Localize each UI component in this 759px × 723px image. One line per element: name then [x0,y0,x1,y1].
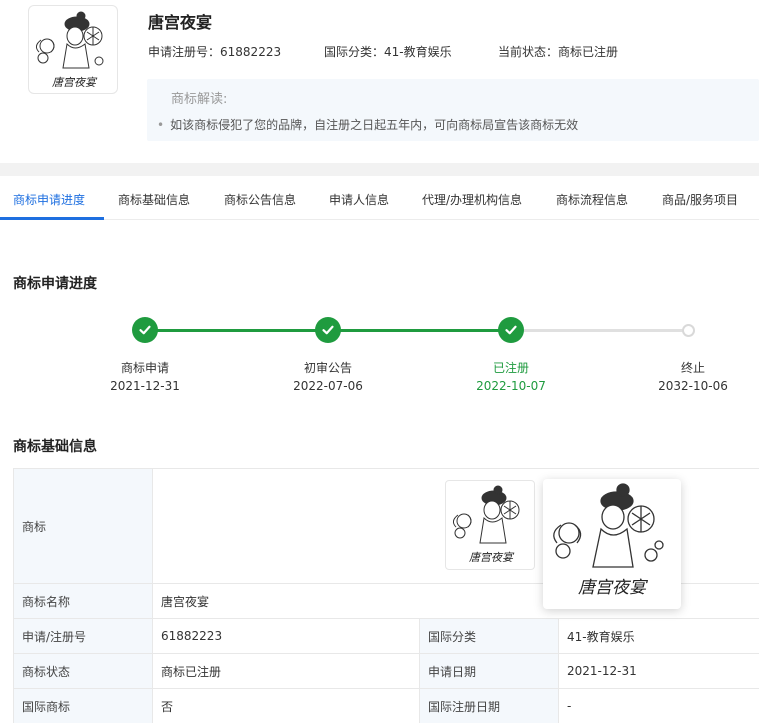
tab-process-info[interactable]: 商标流程信息 [556,191,628,208]
table-row: 商标状态 商标已注册 申请日期 2021-12-31 [13,653,759,689]
tang-lady-illustration-icon: 唐宫夜宴 [452,485,520,564]
tab-goods-services[interactable]: 商品/服务项目 [662,191,738,208]
reg-no-meta: 申请注册号：61882223 [148,45,282,59]
step-date: 2021-12-31 [110,379,180,393]
active-tab-indicator [0,217,104,220]
intl-label: 国际商标 [13,688,153,723]
progress-line-pending [511,329,688,332]
status-label: 商标状态 [13,653,153,689]
step-done-check-icon [132,317,158,343]
basic-info-section-title: 商标基础信息 [13,439,97,455]
step-pending-circle-icon [682,324,695,337]
tang-lady-illustration-icon: 唐宫夜宴 [35,11,104,89]
tang-lady-illustration-icon: 唐宫夜宴 [553,483,664,598]
table-row: 国际商标 否 国际注册日期 - [13,688,759,723]
step-done-check-icon [498,317,524,343]
status-value: 商标已注册 [152,653,420,689]
tab-bar: 商标申请进度 商标基础信息 商标公告信息 申请人信息 代理/办理机构信息 商标流… [0,176,759,220]
status-meta: 当前状态：商标已注册 [498,45,619,59]
section-divider [0,163,759,176]
application-progress: 商标申请 2021-12-31 初审公告 2022-07-06 已注册 2022… [0,315,759,405]
class-label: 国际分类 [419,618,559,654]
tab-basic-info[interactable]: 商标基础信息 [118,191,190,208]
tip-title: 商标解读: [171,92,228,107]
step-done-check-icon [315,317,341,343]
trademark-title: 唐宫夜宴 [148,13,213,32]
reg-no-label: 申请/注册号 [13,618,153,654]
step-label-current: 已注册 [492,361,529,375]
trademark-label: 商标 [13,468,153,584]
progress-line-done [328,329,511,332]
apply-date-value: 2021-12-31 [557,653,759,689]
tip-text: • 如该商标侵犯了您的品牌，自注册之日起五年内，可向商标局宣告该商标无效 [157,118,579,132]
trademark-thumbnail[interactable]: 唐宫夜宴 [445,480,535,570]
tab-application-progress[interactable]: 商标申请进度 [13,191,85,208]
progress-section-title: 商标申请进度 [13,276,97,292]
trademark-logo: 唐宫夜宴 [28,5,118,94]
name-label: 商标名称 [13,583,153,619]
class-meta: 国际分类：41-教育娱乐 [324,45,452,59]
intl-date-label: 国际注册日期 [419,688,559,723]
table-row: 申请/注册号 61882223 国际分类 41-教育娱乐 [13,618,759,654]
step-date: 2022-07-06 [293,379,363,393]
svg-text:唐宫夜宴: 唐宫夜宴 [578,578,649,598]
svg-text:唐宫夜宴: 唐宫夜宴 [469,551,515,564]
trademark-zoom-preview: 唐宫夜宴 [543,479,681,609]
tab-announcement-info[interactable]: 商标公告信息 [224,191,296,208]
status-value: 商标已注册 [558,45,619,59]
step-date: 2032-10-06 [658,379,728,393]
step-date-current: 2022-10-07 [476,379,546,393]
intl-date-value: - [557,688,759,723]
intl-value: 否 [152,688,420,723]
bullet-icon: • [157,118,165,132]
trademark-interpretation: 商标解读: • 如该商标侵犯了您的品牌，自注册之日起五年内，可向商标局宣告该商标无… [147,79,759,141]
apply-date-label: 申请日期 [419,653,559,689]
svg-text:唐宫夜宴: 唐宫夜宴 [52,76,98,89]
step-label: 初审公告 [303,361,352,375]
step-label: 商标申请 [120,361,169,375]
class-value: 41-教育娱乐 [384,45,452,59]
trademark-header: 唐宫夜宴 唐宫夜宴 申请注册号：61882223 国际分类：41-教育娱乐 当前… [0,0,759,163]
reg-no-value: 61882223 [152,618,420,654]
tab-agency-info[interactable]: 代理/办理机构信息 [422,191,522,208]
progress-line-done [145,329,328,332]
step-label: 终止 [680,361,705,375]
class-value: 41-教育娱乐 [557,618,759,654]
reg-no-value: 61882223 [220,45,282,59]
tab-applicant-info[interactable]: 申请人信息 [329,191,389,208]
